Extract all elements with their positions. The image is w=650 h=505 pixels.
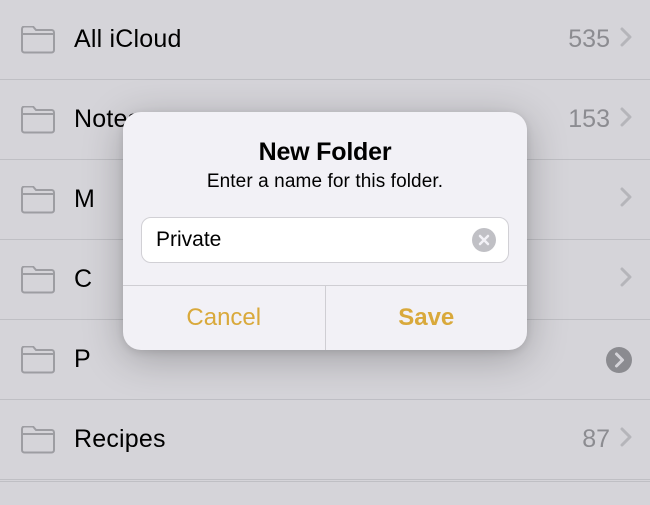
folder-name-input-wrap (141, 217, 509, 263)
cancel-button[interactable]: Cancel (123, 286, 326, 350)
dialog-subtitle: Enter a name for this folder. (143, 171, 507, 193)
clear-input-icon[interactable] (472, 228, 496, 252)
modal-backdrop: New Folder Enter a name for this folder.… (0, 0, 650, 505)
dialog-title: New Folder (143, 138, 507, 167)
new-folder-dialog: New Folder Enter a name for this folder.… (123, 112, 527, 350)
save-button[interactable]: Save (326, 286, 528, 350)
folder-name-input[interactable] (142, 228, 472, 252)
